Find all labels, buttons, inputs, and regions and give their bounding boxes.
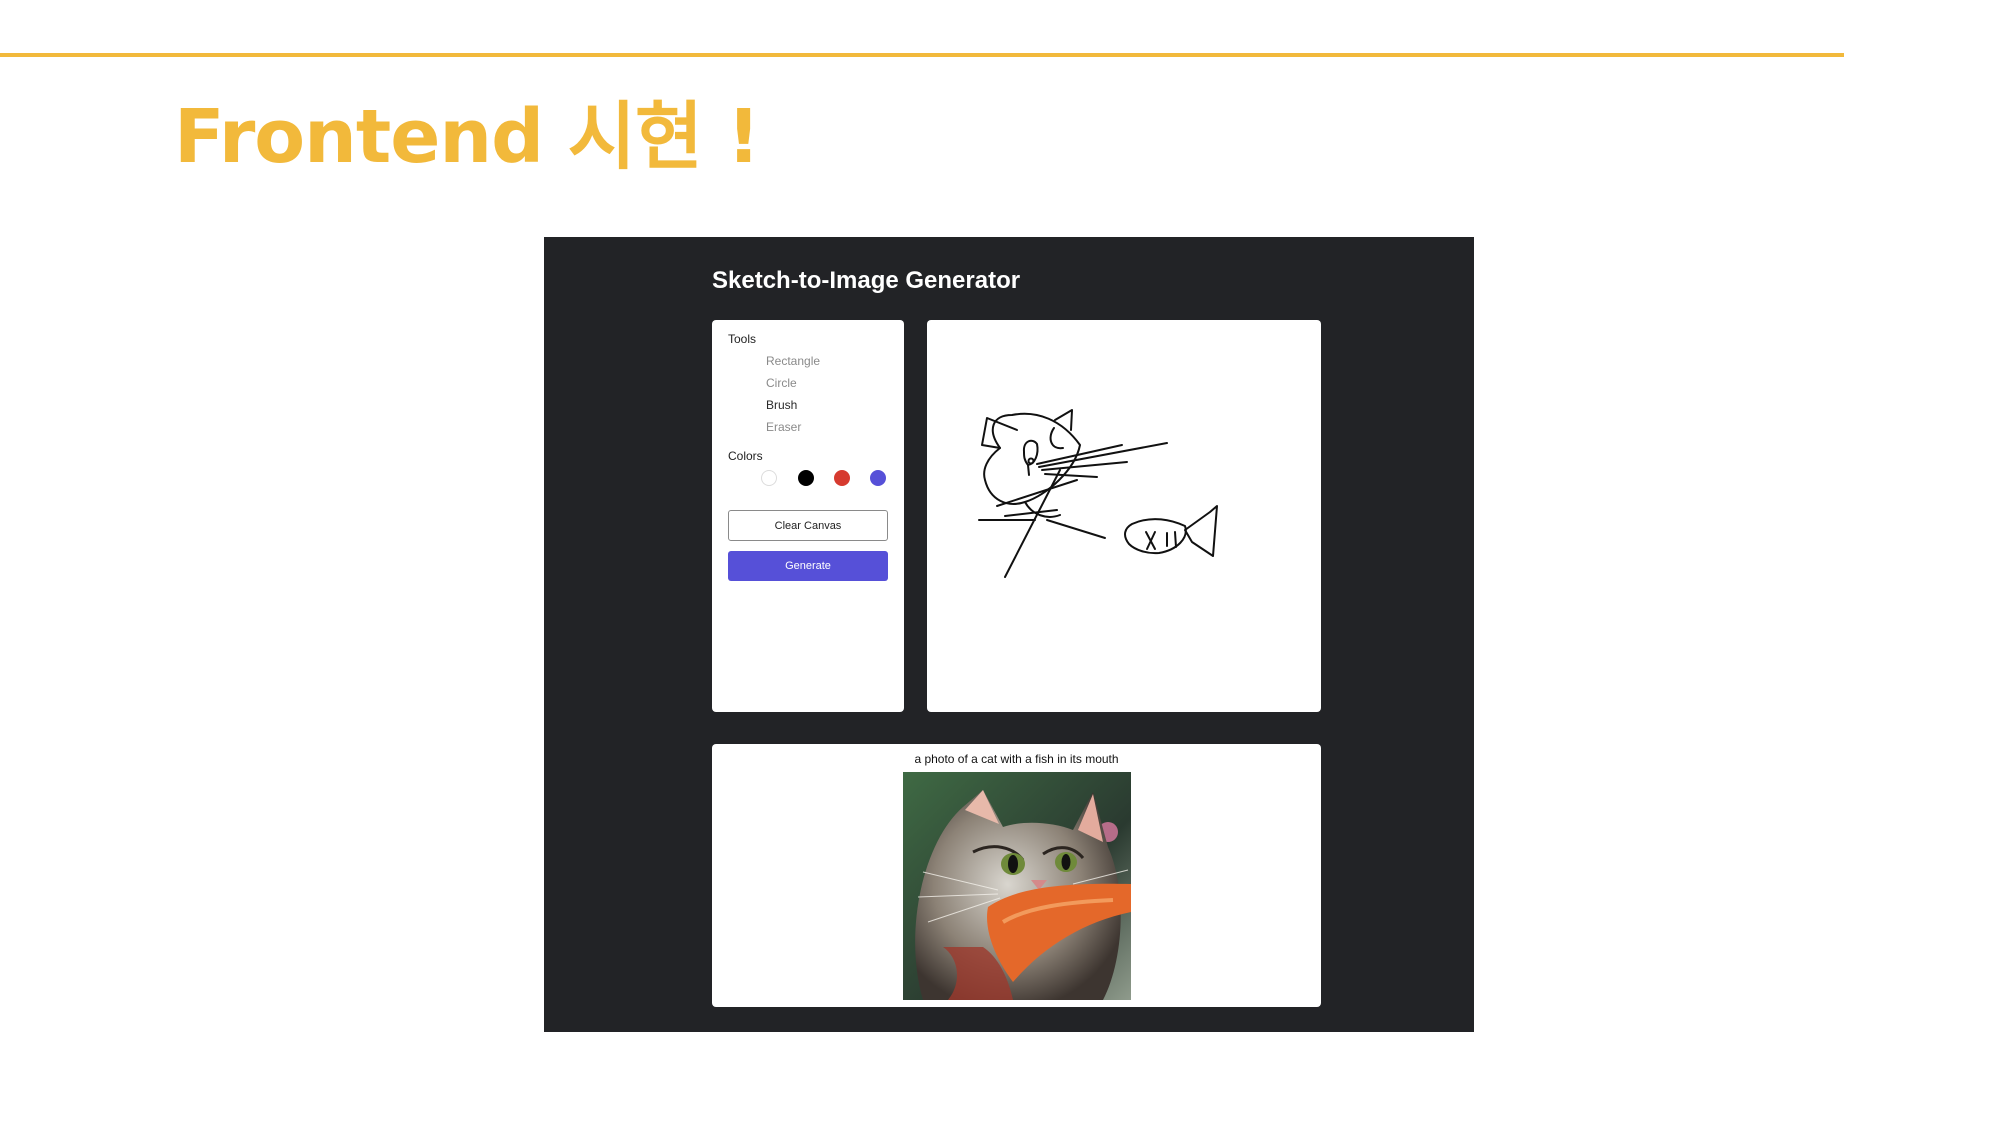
result-caption: a photo of a cat with a fish in its mout…	[914, 752, 1119, 766]
color-swatch-white[interactable]	[761, 470, 777, 486]
generated-image-art	[903, 772, 1131, 1000]
tools-heading: Tools	[728, 332, 757, 346]
drawing-canvas[interactable]	[927, 320, 1321, 712]
sketch-drawing	[978, 409, 1218, 578]
generate-button[interactable]: Generate	[728, 551, 888, 581]
app-window: Sketch-to-Image Generator Tools Rectangl…	[544, 237, 1474, 1032]
tool-panel: Tools Rectangle Circle Brush Eraser Colo…	[712, 320, 904, 712]
generated-cat-image	[903, 772, 1131, 1000]
top-rule	[0, 53, 1844, 57]
color-swatch-red[interactable]	[834, 470, 850, 486]
tool-rectangle[interactable]: Rectangle	[766, 354, 820, 368]
colors-heading: Colors	[728, 449, 763, 463]
color-swatch-blue[interactable]	[870, 470, 886, 486]
app-title: Sketch-to-Image Generator	[712, 267, 1021, 294]
tool-eraser[interactable]: Eraser	[766, 420, 801, 434]
result-panel: a photo of a cat with a fish in its mout…	[712, 744, 1321, 1007]
clear-canvas-button[interactable]: Clear Canvas	[728, 510, 888, 541]
tool-circle[interactable]: Circle	[766, 376, 797, 390]
tool-brush[interactable]: Brush	[766, 398, 797, 412]
color-swatch-black[interactable]	[798, 470, 814, 486]
slide-title: Frontend 시현 !	[174, 94, 760, 180]
